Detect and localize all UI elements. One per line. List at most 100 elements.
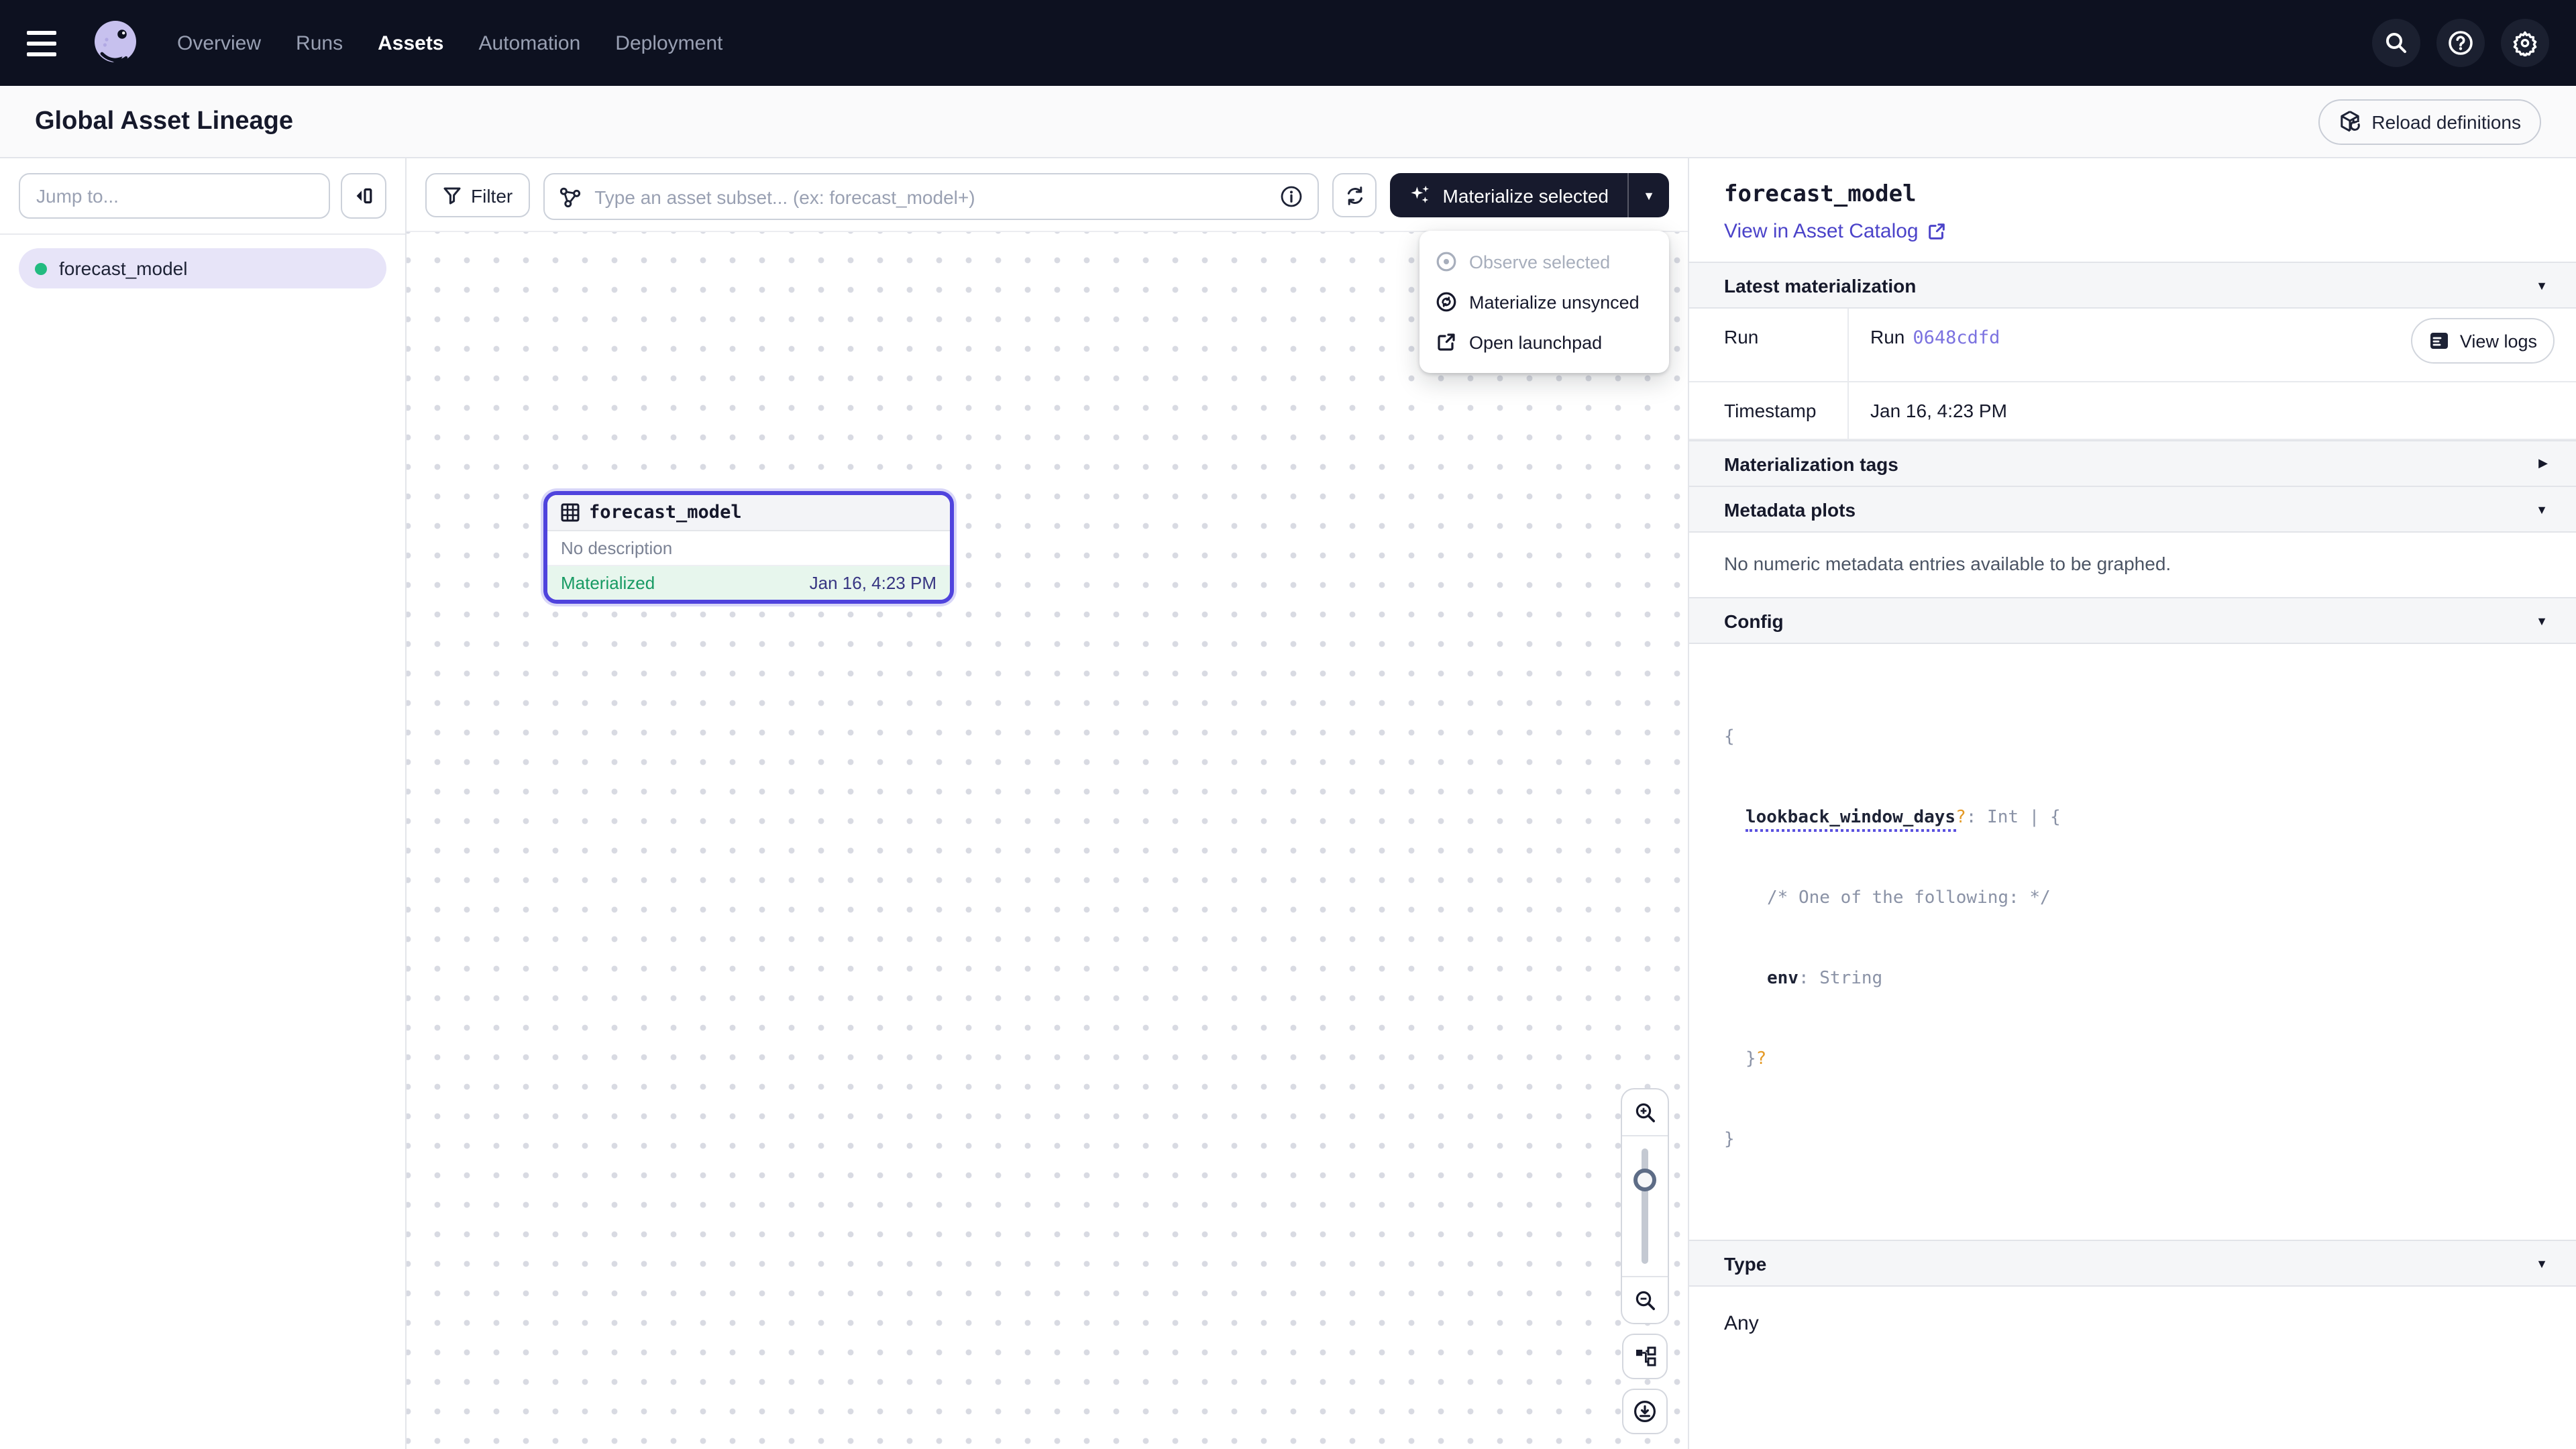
dagster-logo[interactable]	[89, 16, 142, 70]
asset-node-footer: Materialized Jan 16, 4:23 PM	[547, 566, 950, 600]
asset-details-panel: forecast_model View in Asset Catalog Lat…	[1688, 158, 2576, 1449]
section-title: Type	[1724, 1252, 2536, 1274]
refresh-icon	[1344, 184, 1366, 206]
rearrange-layout-button[interactable]	[1622, 1334, 1668, 1379]
asset-node-timestamp: Jan 16, 4:23 PM	[810, 573, 936, 593]
canvas-zoom-controls	[1621, 1088, 1669, 1434]
page-header: Global Asset Lineage Reload definitions	[0, 86, 2576, 158]
caret-down-icon: ▼	[2536, 614, 2548, 627]
zoom-in-icon	[1633, 1101, 1656, 1124]
materialize-split-button: Materialize selected ▼	[1391, 173, 1669, 217]
run-id-link[interactable]: 0648cdfd	[1913, 327, 2000, 349]
gear-icon	[2512, 30, 2538, 56]
nav-item-overview[interactable]: Overview	[177, 32, 261, 54]
zoom-out-icon	[1633, 1289, 1656, 1311]
help-icon	[2447, 30, 2474, 56]
config-key-env: env	[1767, 969, 1799, 989]
materialize-sync-icon	[1436, 291, 1457, 313]
catalog-link-label: View in Asset Catalog	[1724, 220, 1919, 243]
section-title: Materialization tags	[1724, 453, 2538, 474]
collapse-panel-icon	[354, 186, 374, 205]
jump-to-input[interactable]	[19, 173, 330, 219]
section-title: Config	[1724, 610, 2536, 631]
materialize-dropdown-menu: Observe selected Materialize unsynced	[1419, 231, 1669, 373]
layout-tree-icon	[1633, 1345, 1656, 1368]
section-header-type[interactable]: Type ▼	[1689, 1240, 2576, 1287]
collapse-panel-button[interactable]	[341, 173, 386, 219]
code-token: ?	[1756, 1049, 1767, 1069]
asset-node-description: No description	[547, 531, 950, 566]
zoom-slider-track[interactable]	[1642, 1148, 1648, 1264]
run-prefix: Run	[1870, 326, 1904, 347]
panel-asset-title: forecast_model	[1724, 181, 2541, 208]
zoom-out-button[interactable]	[1622, 1276, 1668, 1323]
zoom-pill	[1621, 1088, 1669, 1324]
caret-down-icon: ▼	[2536, 1256, 2548, 1270]
app: Overview Runs Assets Automation Deployme…	[0, 0, 2576, 1449]
caret-right-icon: ▶	[2538, 456, 2548, 471]
materialize-selected-button[interactable]: Materialize selected	[1391, 173, 1627, 217]
section-header-metadata-plots[interactable]: Metadata plots ▼	[1689, 486, 2576, 533]
lineage-sidebar: forecast_model	[0, 158, 407, 1449]
zoom-in-button[interactable]	[1622, 1089, 1668, 1136]
type-value: Any	[1689, 1287, 2576, 1360]
run-row-label: Run	[1689, 309, 1849, 381]
asset-subset-search	[543, 173, 1319, 220]
code-token: : String	[1799, 969, 1882, 989]
timestamp-row: Timestamp Jan 16, 4:23 PM	[1689, 382, 2576, 440]
nav-item-automation[interactable]: Automation	[479, 32, 581, 54]
config-key-lookback-window-days[interactable]: lookback_window_days	[1746, 808, 1955, 832]
menu-item-materialize-unsynced[interactable]: Materialize unsynced	[1419, 282, 1669, 322]
menu-item-label: Open launchpad	[1469, 332, 1602, 352]
external-link-icon	[1436, 331, 1457, 353]
panel-title-block: forecast_model View in Asset Catalog	[1689, 158, 2576, 244]
filter-button[interactable]: Filter	[425, 173, 530, 217]
sidebar-item-forecast-model[interactable]: forecast_model	[19, 248, 386, 288]
sparkle-icon	[1409, 184, 1432, 207]
graph-dot-grid[interactable]	[407, 231, 1688, 1449]
hamburger-icon[interactable]	[27, 20, 72, 66]
asset-subset-input[interactable]	[592, 184, 1269, 209]
reload-definitions-button[interactable]: Reload definitions	[2318, 99, 2541, 144]
settings-button[interactable]	[2501, 19, 2549, 67]
download-view-button[interactable]	[1622, 1389, 1668, 1434]
menu-item-observe-selected: Observe selected	[1419, 241, 1669, 282]
view-logs-button[interactable]: View logs	[2412, 318, 2555, 364]
info-icon[interactable]	[1281, 185, 1303, 208]
code-token: ?	[1955, 808, 1966, 828]
asset-node-status: Materialized	[561, 573, 655, 593]
materialize-selected-label: Materialize selected	[1443, 184, 1609, 206]
code-token: }	[1724, 1130, 1735, 1150]
run-row: Run Run 0648cdfd View logs	[1689, 309, 2576, 382]
observe-icon	[1436, 251, 1457, 272]
section-header-config[interactable]: Config ▼	[1689, 597, 2576, 644]
help-button[interactable]	[2436, 19, 2485, 67]
zoom-slider	[1622, 1136, 1668, 1276]
sidebar-asset-list: forecast_model	[0, 235, 405, 302]
metadata-plots-empty-message: No numeric metadata entries available to…	[1689, 533, 2576, 597]
reload-definitions-label: Reload definitions	[2371, 111, 2521, 132]
content: forecast_model Filter	[0, 158, 2576, 1449]
section-header-latest-materialization[interactable]: Latest materialization ▼	[1689, 262, 2576, 309]
timestamp-row-value: Jan 16, 4:23 PM	[1849, 382, 2576, 439]
view-logs-icon	[2429, 330, 2451, 352]
zoom-slider-thumb[interactable]	[1633, 1169, 1656, 1191]
filter-funnel-icon	[443, 186, 462, 205]
menu-item-label: Materialize unsynced	[1469, 292, 1640, 312]
asset-node-name: forecast_model	[589, 502, 742, 523]
menu-item-open-launchpad[interactable]: Open launchpad	[1419, 322, 1669, 362]
nav-item-deployment[interactable]: Deployment	[615, 32, 722, 54]
materialize-dropdown-toggle[interactable]: ▼	[1629, 173, 1669, 217]
asset-node-forecast-model[interactable]: forecast_model No description Materializ…	[543, 491, 954, 604]
nav-item-runs[interactable]: Runs	[296, 32, 343, 54]
caret-down-icon: ▼	[1643, 189, 1655, 202]
code-comment: /* One of the following: */	[1767, 888, 2051, 908]
section-header-materialization-tags[interactable]: Materialization tags ▶	[1689, 440, 2576, 487]
refresh-button[interactable]	[1333, 173, 1377, 217]
view-in-asset-catalog-link[interactable]: View in Asset Catalog	[1724, 220, 1947, 243]
nav-item-assets[interactable]: Assets	[378, 32, 443, 54]
reload-cube-icon	[2338, 110, 2361, 133]
search-button[interactable]	[2372, 19, 2420, 67]
run-row-value: Run 0648cdfd View logs	[1849, 309, 2576, 381]
page-title: Global Asset Lineage	[35, 107, 293, 136]
